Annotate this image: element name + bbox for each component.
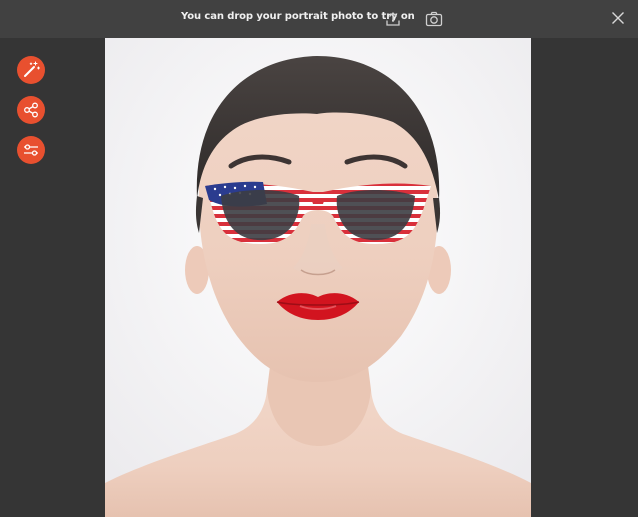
sliders-icon <box>17 136 45 164</box>
close-button[interactable] <box>608 8 628 28</box>
camera-icon <box>425 11 443 27</box>
adjust-button[interactable] <box>17 136 45 164</box>
magic-wand-icon <box>17 56 45 84</box>
share-button[interactable] <box>17 96 45 124</box>
upload-button[interactable] <box>383 9 403 29</box>
close-icon <box>612 12 624 24</box>
share-icon <box>17 96 45 124</box>
top-toolbar: You can drop your portrait photo to try … <box>0 0 638 38</box>
auto-fit-button[interactable] <box>17 56 45 84</box>
photo-canvas[interactable] <box>105 38 531 517</box>
upload-icon <box>386 12 400 26</box>
camera-button[interactable] <box>423 9 445 29</box>
drop-hint-text: You can drop your portrait photo to try … <box>181 11 415 22</box>
portrait-photo <box>105 38 531 517</box>
